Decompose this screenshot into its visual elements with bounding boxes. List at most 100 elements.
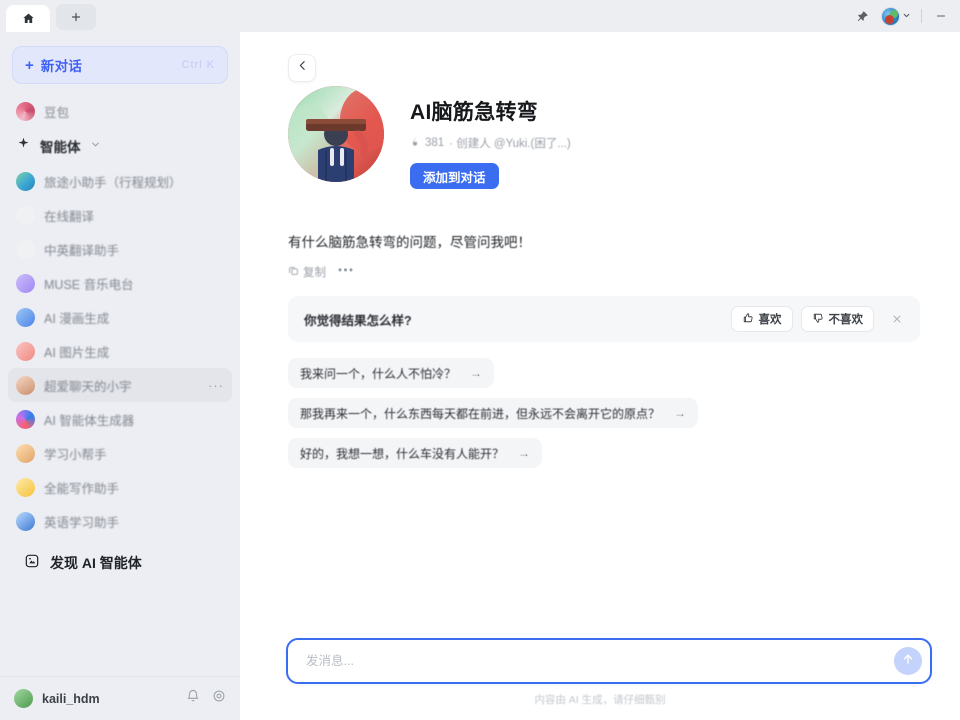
sidebar-item-muse-radio[interactable]: MUSE 音乐电台 [8,266,232,300]
arrow-right-icon: → [470,366,483,380]
main-panel: AI脑筋急转弯 381 · 创建人 @Yuki.(困了...) 添加到对话 有什… [240,32,960,720]
english-avatar [16,511,35,531]
feedback-bar: 你觉得结果怎么样? 喜欢 不喜欢 [288,296,920,342]
zh-en-translate-avatar [16,239,35,259]
minimize-icon[interactable] [932,7,950,25]
sidebar-item-label: 超爱聊天的小宇 [44,379,132,394]
assistant-message: 有什么脑筋急转弯的问题，尽管问我吧！ [288,235,531,250]
suggestion-chip[interactable]: 好的，我想一想，什么车没有人能开？ → [288,438,543,468]
sidebar-item-label: MUSE 音乐电台 [44,277,134,292]
window-controls [853,0,950,32]
sidebar: + 新对话 Ctrl K 豆包 智能体 旅途小助手（行程规划） 在线翻译 中英翻… [0,32,240,720]
composer-area: 内容由 AI 生成，请仔细甄别 [240,624,960,720]
username-label: kaili_hdm [42,691,100,706]
user-avatar[interactable] [14,689,33,708]
discover-label: 发现 AI 智能体 [50,555,142,571]
sidebar-item-xiaoyu[interactable]: 超爱聊天的小宇 ··· [8,368,232,402]
divider [921,9,922,23]
sparkle-icon [16,136,31,156]
like-button[interactable]: 喜欢 [730,306,793,332]
xiaoyu-avatar [16,375,35,395]
arrow-right-icon: → [674,406,687,420]
sidebar-section-agents[interactable]: 智能体 [8,128,232,164]
gear-icon[interactable] [212,689,226,708]
sidebar-item-label: AI 智能体生成器 [44,413,135,428]
bot-creator: · 创建人 @Yuki.(困了...) [449,138,571,150]
plus-icon: + [25,56,34,74]
image-gen-avatar [16,341,35,361]
sidebar-item-image-gen[interactable]: AI 图片生成 [8,334,232,368]
sidebar-item-label: 旅途小助手（行程规划） [44,175,182,190]
sidebar-item-doubao[interactable]: 豆包 [8,94,232,128]
suggestion-text: 我来问一个，什么人不怕冷？ [300,366,457,381]
add-to-conversation-button[interactable]: 添加到对话 [410,163,499,189]
close-icon[interactable] [886,308,908,330]
pin-icon[interactable] [853,7,871,25]
sidebar-item-label: AI 图片生成 [44,345,110,360]
thumbs-down-icon [812,312,824,327]
sidebar-nav: 豆包 智能体 旅途小助手（行程规划） 在线翻译 中英翻译助手 MUSE 音乐电台… [0,94,240,676]
chevron-down-icon [902,7,911,25]
message-actions: 复制 ••• [288,264,920,280]
copy-button[interactable]: 复制 [288,264,326,280]
travel-avatar [16,171,35,191]
copy-icon [288,265,299,279]
sidebar-item-english-helper[interactable]: 英语学习助手 [8,504,232,538]
sidebar-item-label: 英语学习助手 [44,515,120,530]
copy-label: 复制 [303,267,326,279]
composer[interactable] [286,638,932,684]
app-window: + 新对话 Ctrl K 豆包 智能体 旅途小助手（行程规划） 在线翻译 中英翻… [0,0,960,720]
suggestion-text: 那我再来一个，什么东西每天都在前进，但永远不会离开它的原点？ [300,406,661,421]
writing-avatar [16,477,35,497]
muse-avatar [16,273,35,293]
dislike-button[interactable]: 不喜欢 [800,306,874,332]
message-input[interactable] [306,654,894,668]
fire-icon [410,136,420,150]
discover-icon [24,553,40,574]
app-body: + 新对话 Ctrl K 豆包 智能体 旅途小助手（行程规划） 在线翻译 中英翻… [0,32,960,720]
arrow-right-icon: → [518,446,531,460]
sidebar-item-zh-en-translate[interactable]: 中英翻译助手 [8,232,232,266]
user-avatar-menu[interactable] [881,6,911,26]
suggestion-list: 我来问一个，什么人不怕冷？ → 那我再来一个，什么东西每天都在前进，但永远不会离… [288,358,920,468]
send-arrow-icon [901,652,915,671]
comic-avatar [16,307,35,327]
sidebar-item-label: 学习小帮手 [44,447,107,462]
new-chat-shortcut: Ctrl K [181,59,215,71]
sidebar-item-study-helper[interactable]: 学习小帮手 [8,436,232,470]
suggestion-chip[interactable]: 那我再来一个，什么东西每天都在前进，但永远不会离开它的原点？ → [288,398,699,428]
more-dots-icon[interactable]: ••• [338,266,355,278]
discover-agents-button[interactable]: 发现 AI 智能体 [16,544,224,582]
sidebar-item-agent-generator[interactable]: AI 智能体生成器 [8,402,232,436]
avatar [881,6,900,26]
title-bar [0,0,960,32]
bot-stat-count: 381 [425,137,445,149]
sidebar-footer: kaili_hdm [0,676,240,720]
sidebar-item-travel[interactable]: 旅途小助手（行程规划） [8,164,232,198]
sidebar-item-label: 在线翻译 [44,209,95,224]
conversation-area: AI脑筋急转弯 381 · 创建人 @Yuki.(困了...) 添加到对话 有什… [240,32,960,624]
sidebar-item-label: 全能写作助手 [44,481,120,496]
sidebar-item-online-translate[interactable]: 在线翻译 [8,198,232,232]
sidebar-item-label: 中英翻译助手 [44,243,120,258]
more-dots-icon[interactable]: ··· [208,379,224,392]
back-button[interactable] [288,54,316,82]
home-icon [22,12,35,25]
bot-stats: 381 · 创建人 @Yuki.(困了...) [410,135,571,151]
plus-icon [70,11,82,23]
bot-meta: AI脑筋急转弯 381 · 创建人 @Yuki.(困了...) 添加到对话 [410,86,571,189]
suggestion-chip[interactable]: 我来问一个，什么人不怕冷？ → [288,358,495,388]
chevron-down-icon[interactable] [90,137,101,155]
sidebar-item-writing-helper[interactable]: 全能写作助手 [8,470,232,504]
thumbs-up-icon [742,312,754,327]
send-button[interactable] [894,647,922,675]
doubao-avatar [16,101,35,121]
footer-icons [186,689,226,708]
tab-home[interactable] [6,5,50,32]
bell-icon[interactable] [186,689,200,708]
new-tab-button[interactable] [56,4,96,30]
suggestion-text: 好的，我想一想，什么车没有人能开？ [300,446,505,461]
new-chat-button[interactable]: + 新对话 Ctrl K [12,46,228,84]
sidebar-item-comic-gen[interactable]: AI 漫画生成 [8,300,232,334]
sidebar-item-label: 豆包 [44,105,70,120]
